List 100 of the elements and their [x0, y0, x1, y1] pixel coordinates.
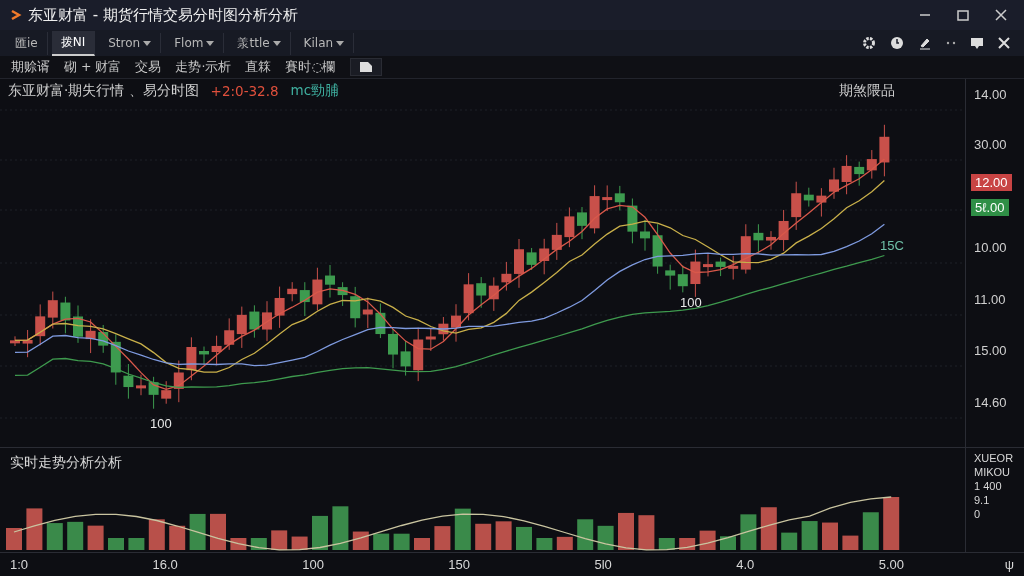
chart-label: 期煞隈品	[839, 81, 895, 100]
toolbar-item[interactable]: 砌 + 财富	[59, 58, 127, 76]
price-annotation: 15C	[880, 238, 904, 253]
candlestick	[274, 286, 285, 329]
candlestick	[766, 230, 776, 251]
axis-label: 10.00	[974, 240, 1007, 255]
menu-tab[interactable]: 拨NI	[51, 30, 96, 56]
toolbar-item[interactable]: 期赊谞	[6, 58, 55, 76]
close-icon[interactable]	[994, 8, 1008, 22]
candlestick	[388, 328, 398, 369]
edit-icon[interactable]	[918, 36, 932, 50]
more-icon[interactable]	[946, 41, 956, 45]
indicator-value: mc勁脯	[290, 81, 340, 100]
candlestick	[85, 318, 96, 354]
candlestick	[514, 238, 524, 289]
candlestick	[375, 303, 386, 339]
axis-label: 14.60	[974, 395, 1007, 410]
toolbar-item[interactable]: 交易	[130, 58, 167, 76]
candlestick	[400, 340, 411, 377]
axis-label: 100	[302, 557, 324, 572]
corner-label: ψ	[1004, 557, 1014, 572]
candlestick	[73, 304, 83, 344]
candlestick	[577, 206, 587, 240]
chart-title: 东亚财富·期失行情 、易分时图	[8, 81, 199, 100]
axis-label: 14.00	[974, 87, 1007, 102]
candlestick	[564, 206, 575, 248]
candlestick	[249, 304, 260, 339]
candlestick	[337, 281, 348, 307]
candlestick	[186, 336, 197, 381]
candlestick	[539, 238, 550, 275]
chat-icon[interactable]	[970, 36, 984, 50]
panel-title: 实时走势分析分析	[9, 453, 123, 472]
candlestick	[350, 286, 361, 328]
menu-tab[interactable]: 匯ie	[6, 31, 48, 55]
candlestick	[362, 297, 373, 329]
candlestick	[589, 184, 600, 234]
candlestick	[262, 300, 272, 342]
axis-label: 150	[448, 557, 470, 572]
candlestick	[703, 253, 713, 277]
candlestick	[879, 124, 890, 177]
candlestick	[148, 376, 159, 410]
app-logo-icon	[10, 9, 22, 21]
candlestick	[627, 198, 638, 244]
candlestick	[463, 272, 474, 321]
candlestick	[841, 154, 852, 195]
candlestick	[816, 187, 827, 218]
axis-label: 1 400	[974, 480, 1003, 492]
maximize-icon[interactable]	[956, 8, 970, 22]
candlestick	[665, 264, 676, 291]
candlestick	[551, 222, 562, 261]
candlestick	[829, 167, 839, 200]
candlestick	[60, 296, 71, 334]
candlestick	[854, 161, 865, 187]
document-button[interactable]	[350, 58, 383, 76]
candlestick	[47, 291, 58, 329]
price-tag: 5ℓ.00	[971, 199, 1009, 216]
menu-tab[interactable]: Flom	[165, 33, 225, 53]
candlestick	[602, 184, 613, 212]
axis-label: 4.0	[736, 557, 755, 572]
candlestick	[312, 267, 323, 311]
candlestick	[199, 346, 209, 365]
axis-label: 0	[974, 508, 982, 520]
candlestick	[451, 303, 461, 343]
axis-label: 30.00	[974, 137, 1007, 152]
settings-icon[interactable]	[862, 36, 876, 50]
menu-tab[interactable]: Stron	[99, 33, 162, 53]
axis-label: MIKOU	[974, 466, 1012, 478]
candlestick	[211, 335, 222, 366]
axis-label: 11.00	[974, 292, 1006, 307]
axis-label: 15.00	[974, 343, 1007, 358]
menu-tab[interactable]: 羕ttle	[228, 31, 291, 55]
toolbar-item[interactable]: 直箖	[240, 58, 277, 76]
candlestick	[677, 265, 688, 293]
price-annotation: 100	[680, 295, 702, 310]
toolbar-item[interactable]: 走势·示析	[170, 58, 237, 76]
candlestick	[224, 317, 235, 351]
menu-tab[interactable]: Kilan	[294, 33, 355, 53]
candlestick	[10, 335, 20, 347]
axis-label: 9.1	[974, 494, 991, 506]
document-icon	[359, 61, 374, 73]
candlestick	[136, 374, 146, 396]
axis-label: 5.00	[878, 557, 904, 572]
candlestick	[438, 316, 449, 341]
candlestick	[22, 329, 33, 358]
candlestick	[526, 247, 537, 271]
price-tag: 12.00	[971, 174, 1012, 191]
axis-label: 1:0	[10, 557, 29, 572]
candlestick	[476, 276, 487, 309]
candlestick	[652, 223, 663, 275]
candlestick	[715, 257, 726, 277]
close-icon[interactable]	[998, 37, 1010, 49]
candlestick	[640, 219, 650, 252]
clock-icon[interactable]	[890, 36, 904, 50]
price-annotation: 100	[150, 416, 172, 431]
toolbar-item[interactable]: 賽时◌欄	[280, 58, 341, 76]
candlestick	[501, 261, 512, 292]
candlestick	[690, 249, 701, 298]
candlestick	[866, 149, 877, 180]
indicator-value: +2:0-32.8	[210, 82, 279, 99]
candlestick	[325, 264, 335, 298]
